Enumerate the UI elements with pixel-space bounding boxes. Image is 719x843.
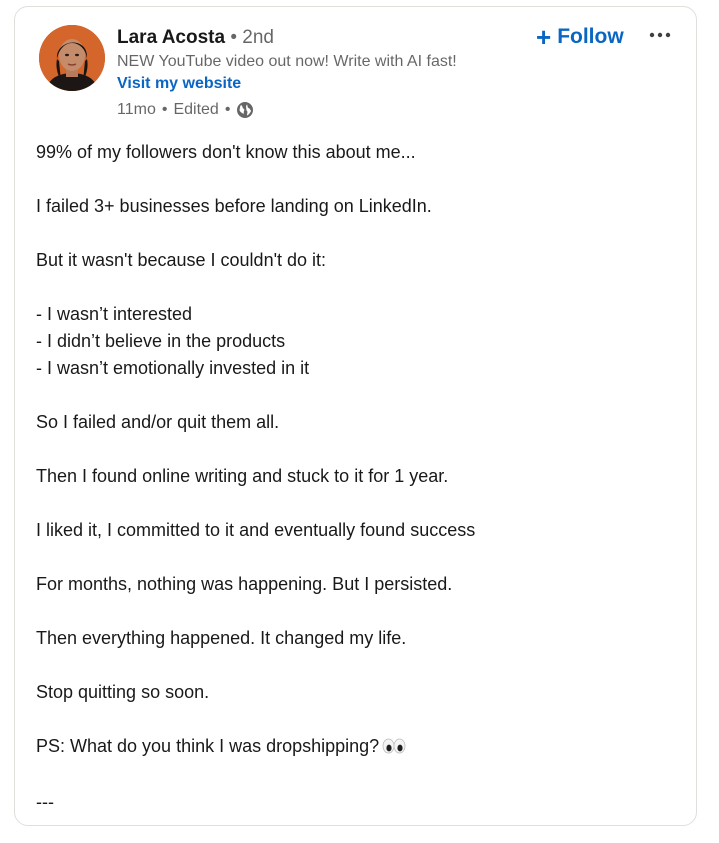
post-question-text: PS: What do you think I was dropshipping…: [36, 736, 380, 756]
post-line: Stop quitting so soon.: [36, 682, 210, 702]
connection-degree: 2nd: [242, 27, 274, 48]
meta-separator: •: [161, 101, 168, 118]
profile-photo-icon: [39, 25, 105, 91]
post-line: 99% of my followers don't know this abou…: [36, 142, 416, 162]
post-line: For months, nothing was happening. But I…: [36, 574, 453, 594]
author-name-line: Lara Acosta • 2nd: [117, 25, 576, 51]
meta-separator: •: [224, 101, 231, 118]
ellipsis-icon: [649, 32, 671, 38]
post-divider: ---: [36, 792, 54, 812]
post-header: Lara Acosta • 2nd NEW YouTube video out …: [117, 25, 576, 121]
follow-label: Follow: [557, 25, 624, 48]
post-line: I failed 3+ businesses before landing on…: [36, 196, 432, 216]
plus-icon: +: [536, 22, 552, 52]
degree-separator: •: [230, 27, 237, 48]
eyes-emoji-icon: [382, 735, 406, 762]
author-tagline: NEW YouTube video out now! Write with AI…: [117, 53, 457, 70]
list-item: - I wasn’t emotionally invested in it: [36, 358, 310, 378]
post-line: Then everything happened. It changed my …: [36, 628, 407, 648]
post-line: I liked it, I committed to it and eventu…: [36, 520, 476, 540]
post-line-question: PS: What do you think I was dropshipping…: [36, 733, 672, 762]
follow-button[interactable]: + Follow: [530, 21, 630, 53]
post-line: But it wasn't because I couldn't do it:: [36, 250, 327, 270]
post-meta: 11mo • Edited •: [117, 99, 576, 121]
post-body: 99% of my followers don't know this abou…: [36, 139, 672, 843]
post-list: - I wasn’t interested - I didn’t believe…: [36, 301, 672, 382]
author-name[interactable]: Lara Acosta: [117, 27, 225, 48]
post-line: So I failed and/or quit them all.: [36, 412, 280, 432]
post-card: Lara Acosta • 2nd NEW YouTube video out …: [14, 6, 697, 826]
list-item: - I didn’t believe in the products: [36, 331, 286, 351]
post-age: 11mo: [117, 101, 156, 118]
more-options-button[interactable]: [643, 21, 677, 49]
edited-label: Edited: [173, 101, 219, 118]
post-line: Then I found online writing and stuck to…: [36, 466, 449, 486]
list-item: - I wasn’t interested: [36, 304, 193, 324]
visit-website-link[interactable]: Visit my website: [117, 73, 241, 95]
author-avatar[interactable]: [39, 25, 105, 91]
globe-icon: [236, 101, 254, 119]
